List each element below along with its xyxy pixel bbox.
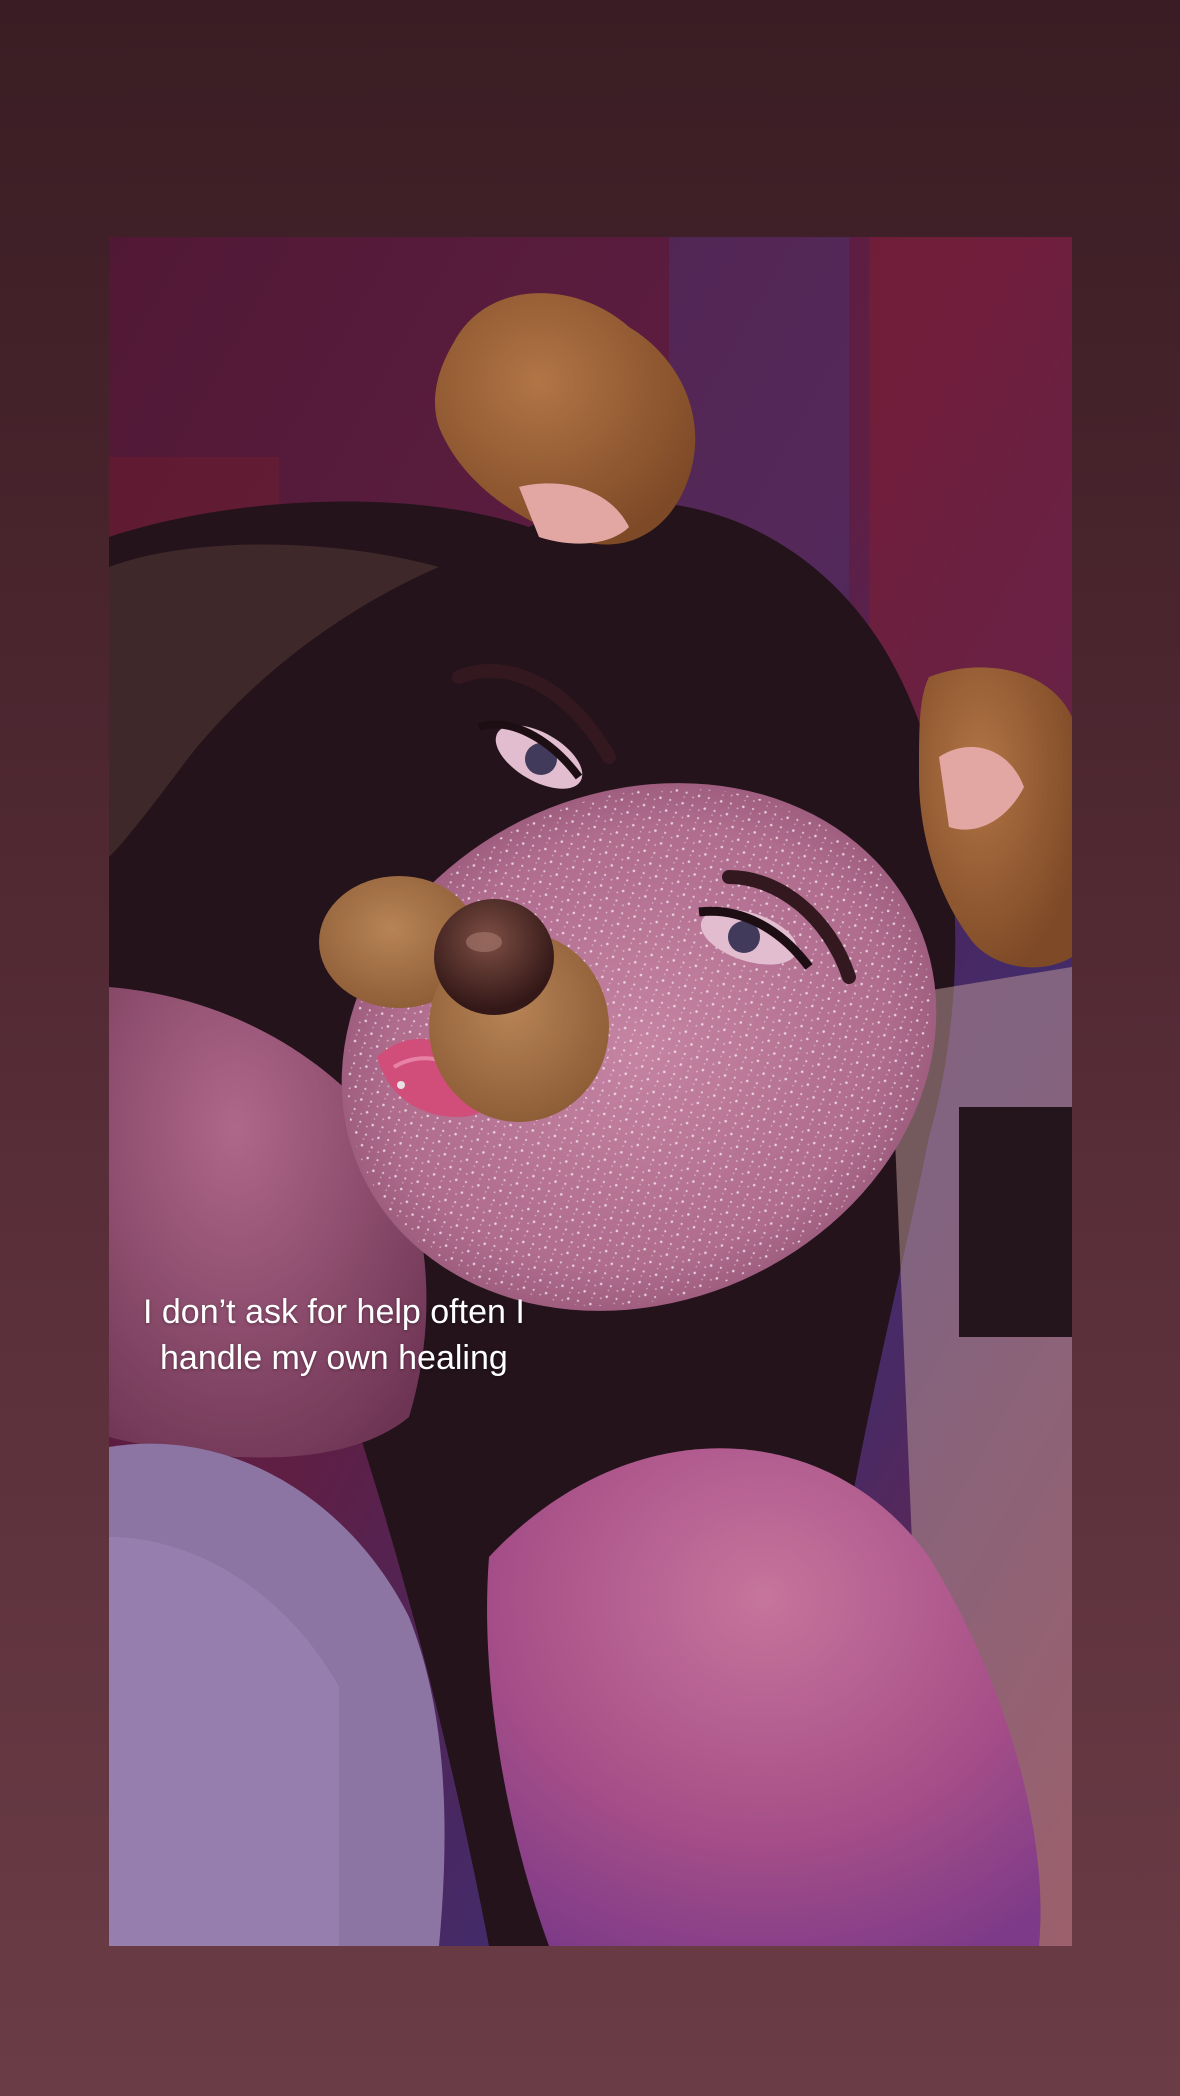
story-frame: I don’t ask for help often I handle my o… [109,237,1072,1946]
caption-line-2: handle my own healing [160,1339,508,1377]
caption-line-1: I don’t ask for help often I [143,1293,525,1331]
story-caption: I don’t ask for help often I handle my o… [143,1289,703,1381]
story-photo [109,237,1072,1946]
